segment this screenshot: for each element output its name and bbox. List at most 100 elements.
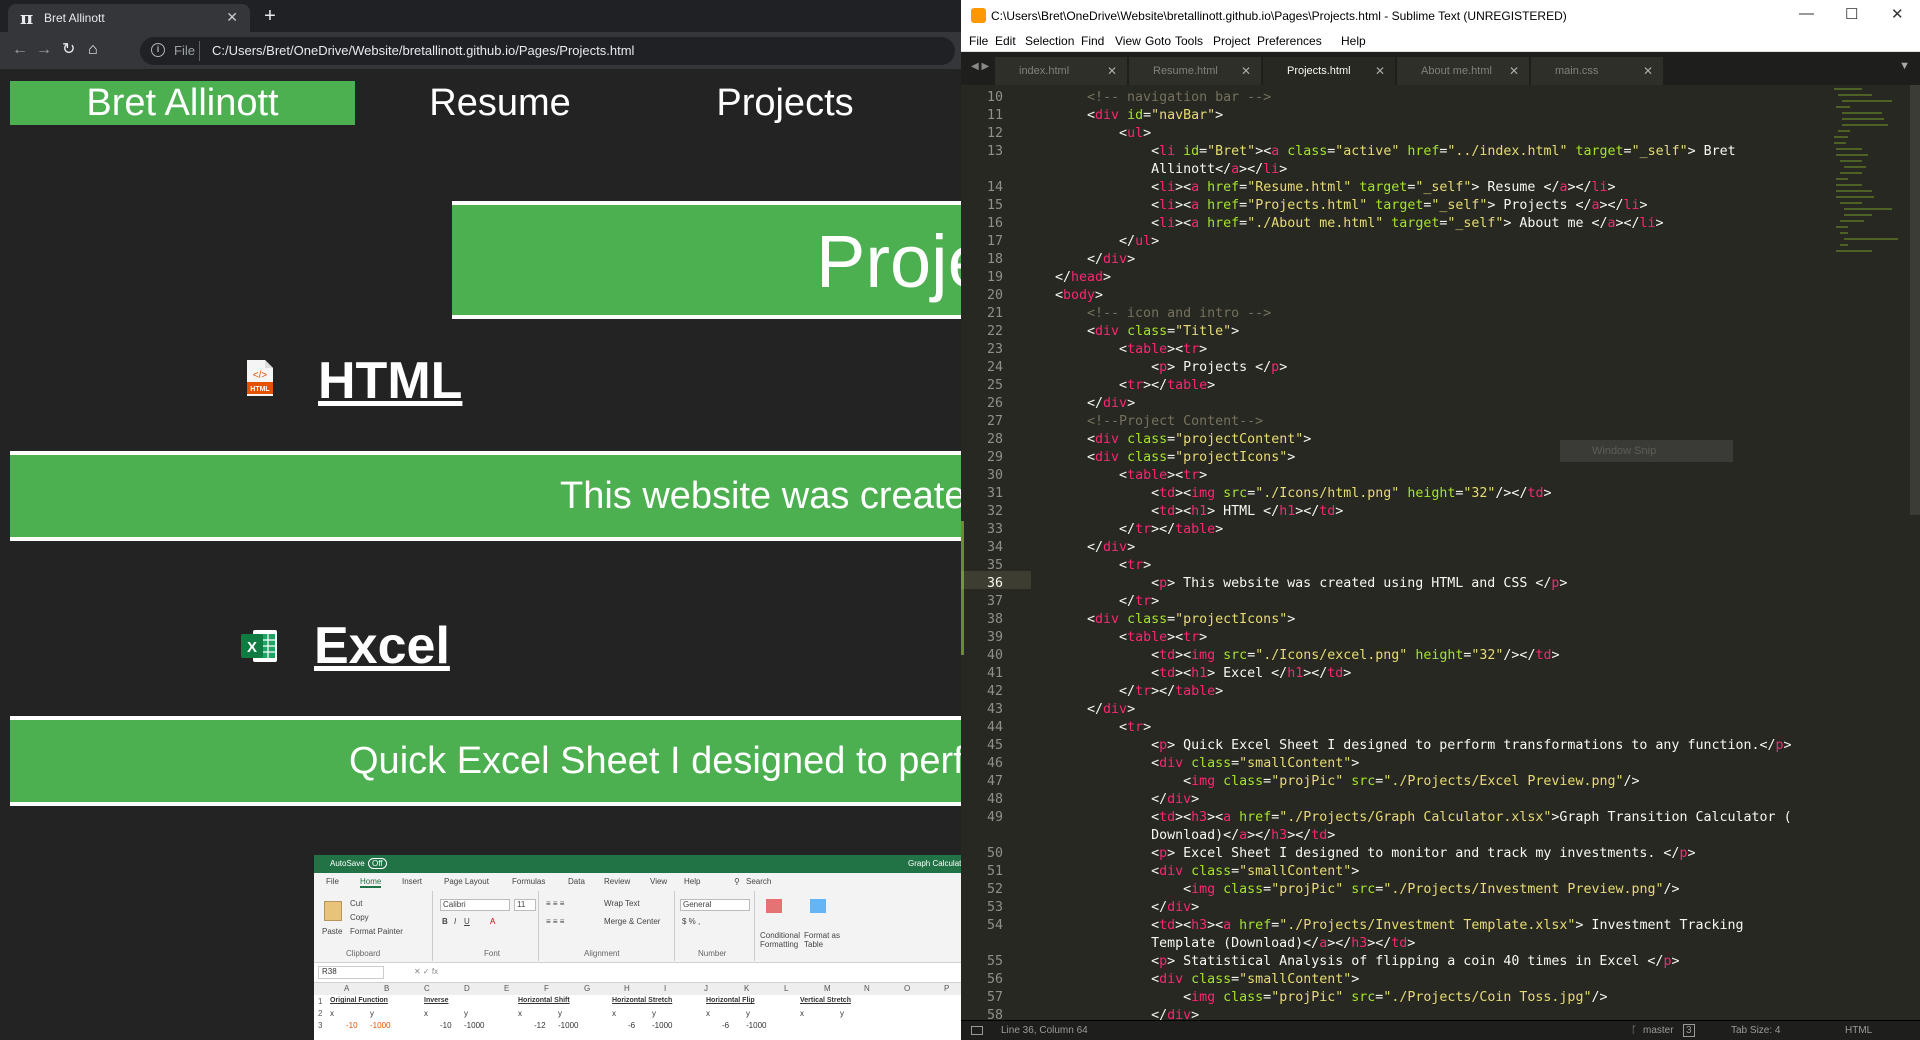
code-line[interactable]: </div> <box>1055 1007 1199 1020</box>
editor-menu-edit[interactable]: Edit <box>995 34 1016 48</box>
info-icon[interactable]: i <box>151 43 165 57</box>
close-tab-icon[interactable]: ✕ <box>1375 57 1385 85</box>
browser-tab[interactable]: π Bret Allinott ✕ <box>8 4 250 32</box>
code-line[interactable]: <div class="smallContent"> <box>1055 971 1359 989</box>
close-tab-icon[interactable]: ✕ <box>1241 57 1251 85</box>
html-project-heading[interactable]: HTML <box>318 351 462 411</box>
code-line[interactable]: <table><tr> <box>1055 629 1207 647</box>
svg-text:X: X <box>247 639 257 656</box>
code-line[interactable]: </div> <box>1055 701 1135 719</box>
new-tab-button[interactable]: + <box>258 5 282 29</box>
nav-resume-link[interactable]: Resume <box>410 81 590 125</box>
tab-dropdown-icon[interactable]: ▼ <box>1899 60 1910 72</box>
nav-projects-link[interactable]: Projects <box>690 81 880 125</box>
close-window-icon[interactable]: ✕ <box>1891 5 1904 23</box>
code-line[interactable]: </ul> <box>1055 233 1159 251</box>
home-icon[interactable]: ⌂ <box>88 42 98 58</box>
close-tab-icon[interactable]: ✕ <box>1643 57 1653 85</box>
nav-brand-link[interactable]: Bret Allinott <box>10 81 355 125</box>
code-line[interactable]: <td><img src="./Icons/html.png" height="… <box>1055 485 1551 503</box>
editor-menu-preferences[interactable]: Preferences <box>1257 34 1322 48</box>
code-line[interactable]: </div> <box>1055 251 1135 269</box>
editor-menu-help[interactable]: Help <box>1341 34 1366 48</box>
code-line[interactable]: <p> Projects </p> <box>1055 359 1287 377</box>
tab-scroll-arrows-icon[interactable]: ◀ ▶ <box>971 61 989 72</box>
editor-tab-projects-html[interactable]: Projects.html ✕ <box>1263 57 1395 85</box>
code-line[interactable]: <div class="Title"> <box>1055 323 1239 341</box>
code-line[interactable]: <img class="projPic" src="./Projects/Exc… <box>1055 773 1639 791</box>
editor-menu-project[interactable]: Project <box>1213 34 1250 48</box>
code-line[interactable]: </div> <box>1055 395 1135 413</box>
code-line[interactable]: <img class="projPic" src="./Projects/Coi… <box>1055 989 1607 1007</box>
editor-tab-index-html[interactable]: index.html ✕ <box>995 57 1127 85</box>
vertical-scrollbar[interactable] <box>1910 85 1920 515</box>
maximize-icon[interactable]: ☐ <box>1845 5 1858 23</box>
code-line[interactable]: <img class="projPic" src="./Projects/Inv… <box>1055 881 1679 899</box>
code-line[interactable]: <div class="smallContent"> <box>1055 755 1359 773</box>
editor-menu-find[interactable]: Find <box>1081 34 1104 48</box>
code-line[interactable]: <li><a href="Projects.html" target="_sel… <box>1055 197 1648 215</box>
code-line[interactable]: <td><img src="./Icons/excel.png" height=… <box>1055 647 1559 665</box>
editor-menu-view[interactable]: View <box>1115 34 1141 48</box>
code-area[interactable]: 10 11 12 13 14 15 16 17 18 19 20 21 22 23 24 25 26 27 28 29… <box>961 85 1920 1020</box>
code-line[interactable]: <p> Excel Sheet I designed to monitor an… <box>1055 845 1695 863</box>
code-line[interactable]: </tr> <box>1055 593 1159 611</box>
code-line[interactable]: <td><h1> HTML </h1></td> <box>1055 503 1343 521</box>
code-line[interactable]: <p> Quick Excel Sheet I designed to perf… <box>1055 737 1791 755</box>
code-line[interactable]: <div class="projectContent"> <box>1055 431 1311 449</box>
code-line[interactable]: <tr></table> <box>1055 377 1215 395</box>
code-line[interactable]: <body> <box>1055 287 1103 305</box>
code-line[interactable]: <tr> <box>1055 557 1151 575</box>
code-line[interactable]: <p> Statistical Analysis of flipping a c… <box>1055 953 1679 971</box>
code-line[interactable]: <div class="projectIcons"> <box>1055 611 1295 629</box>
syntax-mode[interactable]: HTML <box>1845 1025 1872 1036</box>
back-icon[interactable]: ← <box>12 42 28 58</box>
editor-menu-goto[interactable]: Goto <box>1145 34 1171 48</box>
editor-menu-file[interactable]: File <box>969 34 988 48</box>
editor-tab-main-css[interactable]: main.css ✕ <box>1531 57 1663 85</box>
editor-menu-selection[interactable]: Selection <box>1025 34 1074 48</box>
code-line[interactable]: <td><h3><a href="./Projects/Graph Calcul… <box>1055 809 1792 827</box>
minimize-icon[interactable]: — <box>1799 5 1814 22</box>
code-line[interactable]: <table><tr> <box>1055 467 1207 485</box>
code-line[interactable]: <p> This website was created using HTML … <box>1055 575 1567 593</box>
excel-project-heading[interactable]: Excel <box>314 616 450 676</box>
code-line[interactable]: Allinott</a></li> <box>1055 161 1287 179</box>
code-line[interactable]: </div> <box>1055 791 1199 809</box>
reload-icon[interactable]: ↻ <box>62 42 75 58</box>
minimap[interactable] <box>1832 85 1910 255</box>
code-line[interactable]: <!-- navigation bar --> <box>1055 89 1271 107</box>
code-line[interactable]: <li id="Bret"><a class="active" href="..… <box>1055 143 1736 161</box>
editor-menu-tools[interactable]: Tools <box>1175 34 1203 48</box>
code-line[interactable]: <tr> <box>1055 719 1151 737</box>
close-tab-icon[interactable]: ✕ <box>226 9 238 26</box>
url-text[interactable]: C:/Users/Bret/OneDrive/Website/bretallin… <box>212 43 634 58</box>
code-line[interactable]: Template (Download)</a></h3></td> <box>1055 935 1415 953</box>
code-line[interactable]: <ul> <box>1055 125 1151 143</box>
code-line[interactable]: <td><h1> Excel </h1></td> <box>1055 665 1351 683</box>
code-line[interactable]: <li><a href="./About me.html" target="_s… <box>1055 215 1664 233</box>
address-bar[interactable]: i File C:/Users/Bret/OneDrive/Website/br… <box>140 37 955 65</box>
code-line[interactable]: </div> <box>1055 539 1135 557</box>
panel-toggle-icon[interactable] <box>971 1026 983 1035</box>
forward-icon[interactable]: → <box>36 42 52 58</box>
code-line[interactable]: </div> <box>1055 899 1199 917</box>
git-branch[interactable]: master <box>1643 1025 1674 1036</box>
code-line[interactable]: Download)</a></h3></td> <box>1055 827 1335 845</box>
code-line[interactable]: <div id="navBar"> <box>1055 107 1223 125</box>
code-line[interactable]: <!--Project Content--> <box>1055 413 1263 431</box>
close-tab-icon[interactable]: ✕ <box>1107 57 1117 85</box>
editor-tab-resume-html[interactable]: Resume.html ✕ <box>1129 57 1261 85</box>
code-line[interactable]: <table><tr> <box>1055 341 1207 359</box>
code-line[interactable]: <div class="projectIcons"> <box>1055 449 1295 467</box>
code-line[interactable]: <!-- icon and intro --> <box>1055 305 1271 323</box>
editor-tab-about-me-html[interactable]: About me.html ✕ <box>1397 57 1529 85</box>
code-line[interactable]: </head> <box>1055 269 1111 287</box>
code-line[interactable]: <div class="smallContent"> <box>1055 863 1359 881</box>
code-line[interactable]: <li><a href="Resume.html" target="_self"… <box>1055 179 1615 197</box>
tab-size[interactable]: Tab Size: 4 <box>1731 1025 1780 1036</box>
code-line[interactable]: </tr></table> <box>1055 521 1223 539</box>
code-line[interactable]: <td><h3><a href="./Projects/Investment T… <box>1055 917 1743 935</box>
close-tab-icon[interactable]: ✕ <box>1509 57 1519 85</box>
code-line[interactable]: </tr></table> <box>1055 683 1223 701</box>
